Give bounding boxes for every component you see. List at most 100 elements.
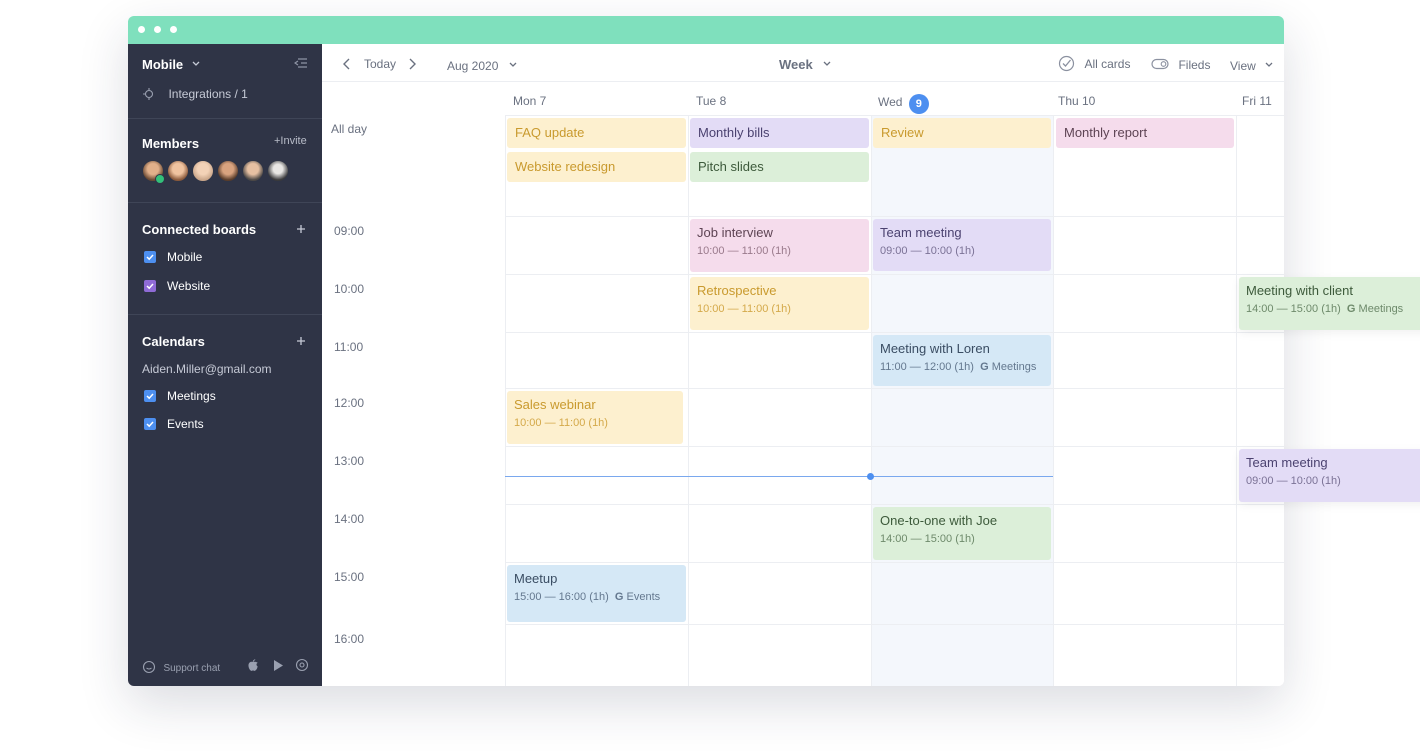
event-meetup[interactable]: Meetup 15:00 — 16:00 (1h) G Events: [507, 565, 686, 622]
grid-line: [1236, 116, 1237, 686]
grid-line: [505, 504, 1284, 505]
apple-icon[interactable]: [247, 659, 259, 672]
event-time: 14:00 — 15:00 (1h): [1246, 303, 1341, 315]
allday-event-report[interactable]: Monthly report: [1056, 118, 1234, 148]
chevron-down-icon: [1265, 62, 1273, 67]
window-dot-icon: [138, 26, 145, 33]
event-retrospective[interactable]: Retrospective 10:00 — 11:00 (1h): [690, 277, 869, 330]
event-one-to-one-joe[interactable]: One-to-one with Joe 14:00 — 15:00 (1h): [873, 507, 1051, 560]
support-chat-button[interactable]: Support chat: [142, 658, 220, 676]
event-team-meeting-fri[interactable]: Team meeting 09:00 — 10:00 (1h): [1239, 449, 1420, 502]
grid-line: [505, 216, 1284, 217]
allday-event-website[interactable]: Website redesign: [507, 152, 686, 182]
invite-button[interactable]: +Invite: [274, 135, 307, 147]
fields-label: Fileds: [1178, 58, 1211, 72]
collapse-sidebar-icon[interactable]: [294, 57, 308, 69]
event-title: Pitch slides: [698, 159, 764, 174]
connected-boards-title: Connected boards: [142, 222, 257, 237]
time-label: 11:00: [334, 340, 364, 354]
event-time-row: 14:00 — 15:00 (1h) G Meetings: [1246, 303, 1420, 315]
event-meeting-client[interactable]: Meeting with client 14:00 — 15:00 (1h) G…: [1239, 277, 1420, 330]
event-time: 11:00 — 12:00 (1h): [880, 361, 974, 373]
chevron-right-icon[interactable]: [407, 58, 417, 70]
online-badge: [155, 174, 165, 184]
add-board-icon[interactable]: [296, 224, 306, 234]
allday-event-bills[interactable]: Monthly bills: [690, 118, 869, 148]
allday-event-faq[interactable]: FAQ update: [507, 118, 686, 148]
chevron-left-icon[interactable]: [342, 58, 352, 70]
event-title: Meeting with Loren: [880, 341, 990, 356]
play-store-icon[interactable]: [272, 659, 284, 672]
google-icon: G: [980, 361, 989, 373]
app-window: Mobile Integrations / 1 Members +Invite …: [128, 16, 1420, 686]
board-checkbox-website[interactable]: [144, 280, 156, 292]
window-titlebar: [128, 16, 1284, 44]
event-time: 15:00 — 16:00 (1h): [514, 591, 609, 603]
calendar-checkbox-events[interactable]: [144, 418, 156, 430]
month-selector[interactable]: Aug 2020: [447, 57, 518, 75]
view-menu[interactable]: View: [1230, 57, 1274, 75]
day-header-fri: Fri 11: [1242, 94, 1272, 108]
grid-line: [505, 274, 1284, 275]
grid-line: [505, 115, 1284, 116]
calendar-label-events: Events: [167, 417, 204, 431]
avatar[interactable]: [267, 160, 289, 182]
event-title: Sales webinar: [514, 397, 596, 412]
event-time-row: 11:00 — 12:00 (1h) G Meetings: [880, 361, 1051, 373]
grid-line: [505, 116, 506, 686]
event-time: 10:00 — 11:00 (1h): [697, 303, 791, 315]
event-title: Team meeting: [1246, 455, 1328, 470]
time-label: 12:00: [334, 396, 365, 410]
sidebar: Mobile Integrations / 1 Members +Invite …: [128, 44, 322, 686]
event-time: 14:00 — 15:00 (1h): [880, 533, 975, 545]
event-title: Meetup: [514, 571, 558, 586]
time-label: 13:00: [334, 454, 365, 468]
all-cards-label: All cards: [1084, 57, 1131, 71]
fields-toggle[interactable]: Fileds: [1151, 56, 1210, 74]
board-checkbox-mobile[interactable]: [144, 251, 156, 263]
event-calendar: Events: [626, 591, 661, 603]
integrations-link[interactable]: Integrations / 1: [142, 85, 248, 103]
today-column: [871, 116, 1053, 686]
avatar[interactable]: [242, 160, 264, 182]
grid-line: [871, 116, 872, 686]
allday-event-review[interactable]: Review: [873, 118, 1051, 148]
check-circle-icon: [1058, 55, 1075, 72]
event-title: FAQ update: [515, 125, 585, 140]
event-job-interview[interactable]: Job interview 10:00 — 11:00 (1h): [690, 219, 869, 272]
settings-icon[interactable]: [295, 658, 309, 672]
all-day-label: All day: [331, 122, 368, 136]
day-header-wed-label: Wed: [878, 95, 903, 109]
grid-line: [505, 332, 1284, 333]
event-team-meeting-wed[interactable]: Team meeting 09:00 — 10:00 (1h): [873, 219, 1051, 271]
project-selector[interactable]: Mobile: [142, 56, 201, 74]
today-button[interactable]: Today: [364, 57, 396, 71]
avatar[interactable]: [192, 160, 214, 182]
divider: [128, 314, 322, 315]
event-title: Job interview: [697, 225, 773, 240]
calendar-checkbox-meetings[interactable]: [144, 390, 156, 402]
day-header-wed: Wed 9: [878, 94, 929, 114]
board-label-mobile: Mobile: [167, 250, 203, 264]
event-sales-webinar[interactable]: Sales webinar 10:00 — 11:00 (1h): [507, 391, 683, 444]
event-calendar: Meetings: [1358, 303, 1404, 315]
add-calendar-icon[interactable]: [296, 336, 306, 346]
event-time: 09:00 — 10:00 (1h): [1246, 475, 1341, 487]
support-chat-label: Support chat: [163, 663, 221, 674]
allday-event-pitch[interactable]: Pitch slides: [690, 152, 869, 182]
time-label: 15:00: [334, 570, 365, 584]
event-title: Meeting with client: [1246, 283, 1353, 298]
calendar-label-meetings: Meetings: [167, 389, 216, 403]
avatar[interactable]: [167, 160, 189, 182]
day-header-mon: Mon 7: [513, 94, 547, 108]
toggle-icon: [1151, 58, 1169, 70]
all-cards-toggle[interactable]: All cards: [1058, 55, 1130, 73]
view-mode-selector[interactable]: Week: [779, 56, 832, 74]
event-meeting-loren[interactable]: Meeting with Loren 11:00 — 12:00 (1h) G …: [873, 335, 1051, 386]
event-time: 09:00 — 10:00 (1h): [880, 245, 975, 257]
integrations-label: Integrations / 1: [168, 87, 248, 101]
window-dot-icon: [154, 26, 161, 33]
chat-icon: [142, 660, 156, 674]
avatar[interactable]: [217, 160, 239, 182]
today-badge: 9: [908, 94, 929, 114]
